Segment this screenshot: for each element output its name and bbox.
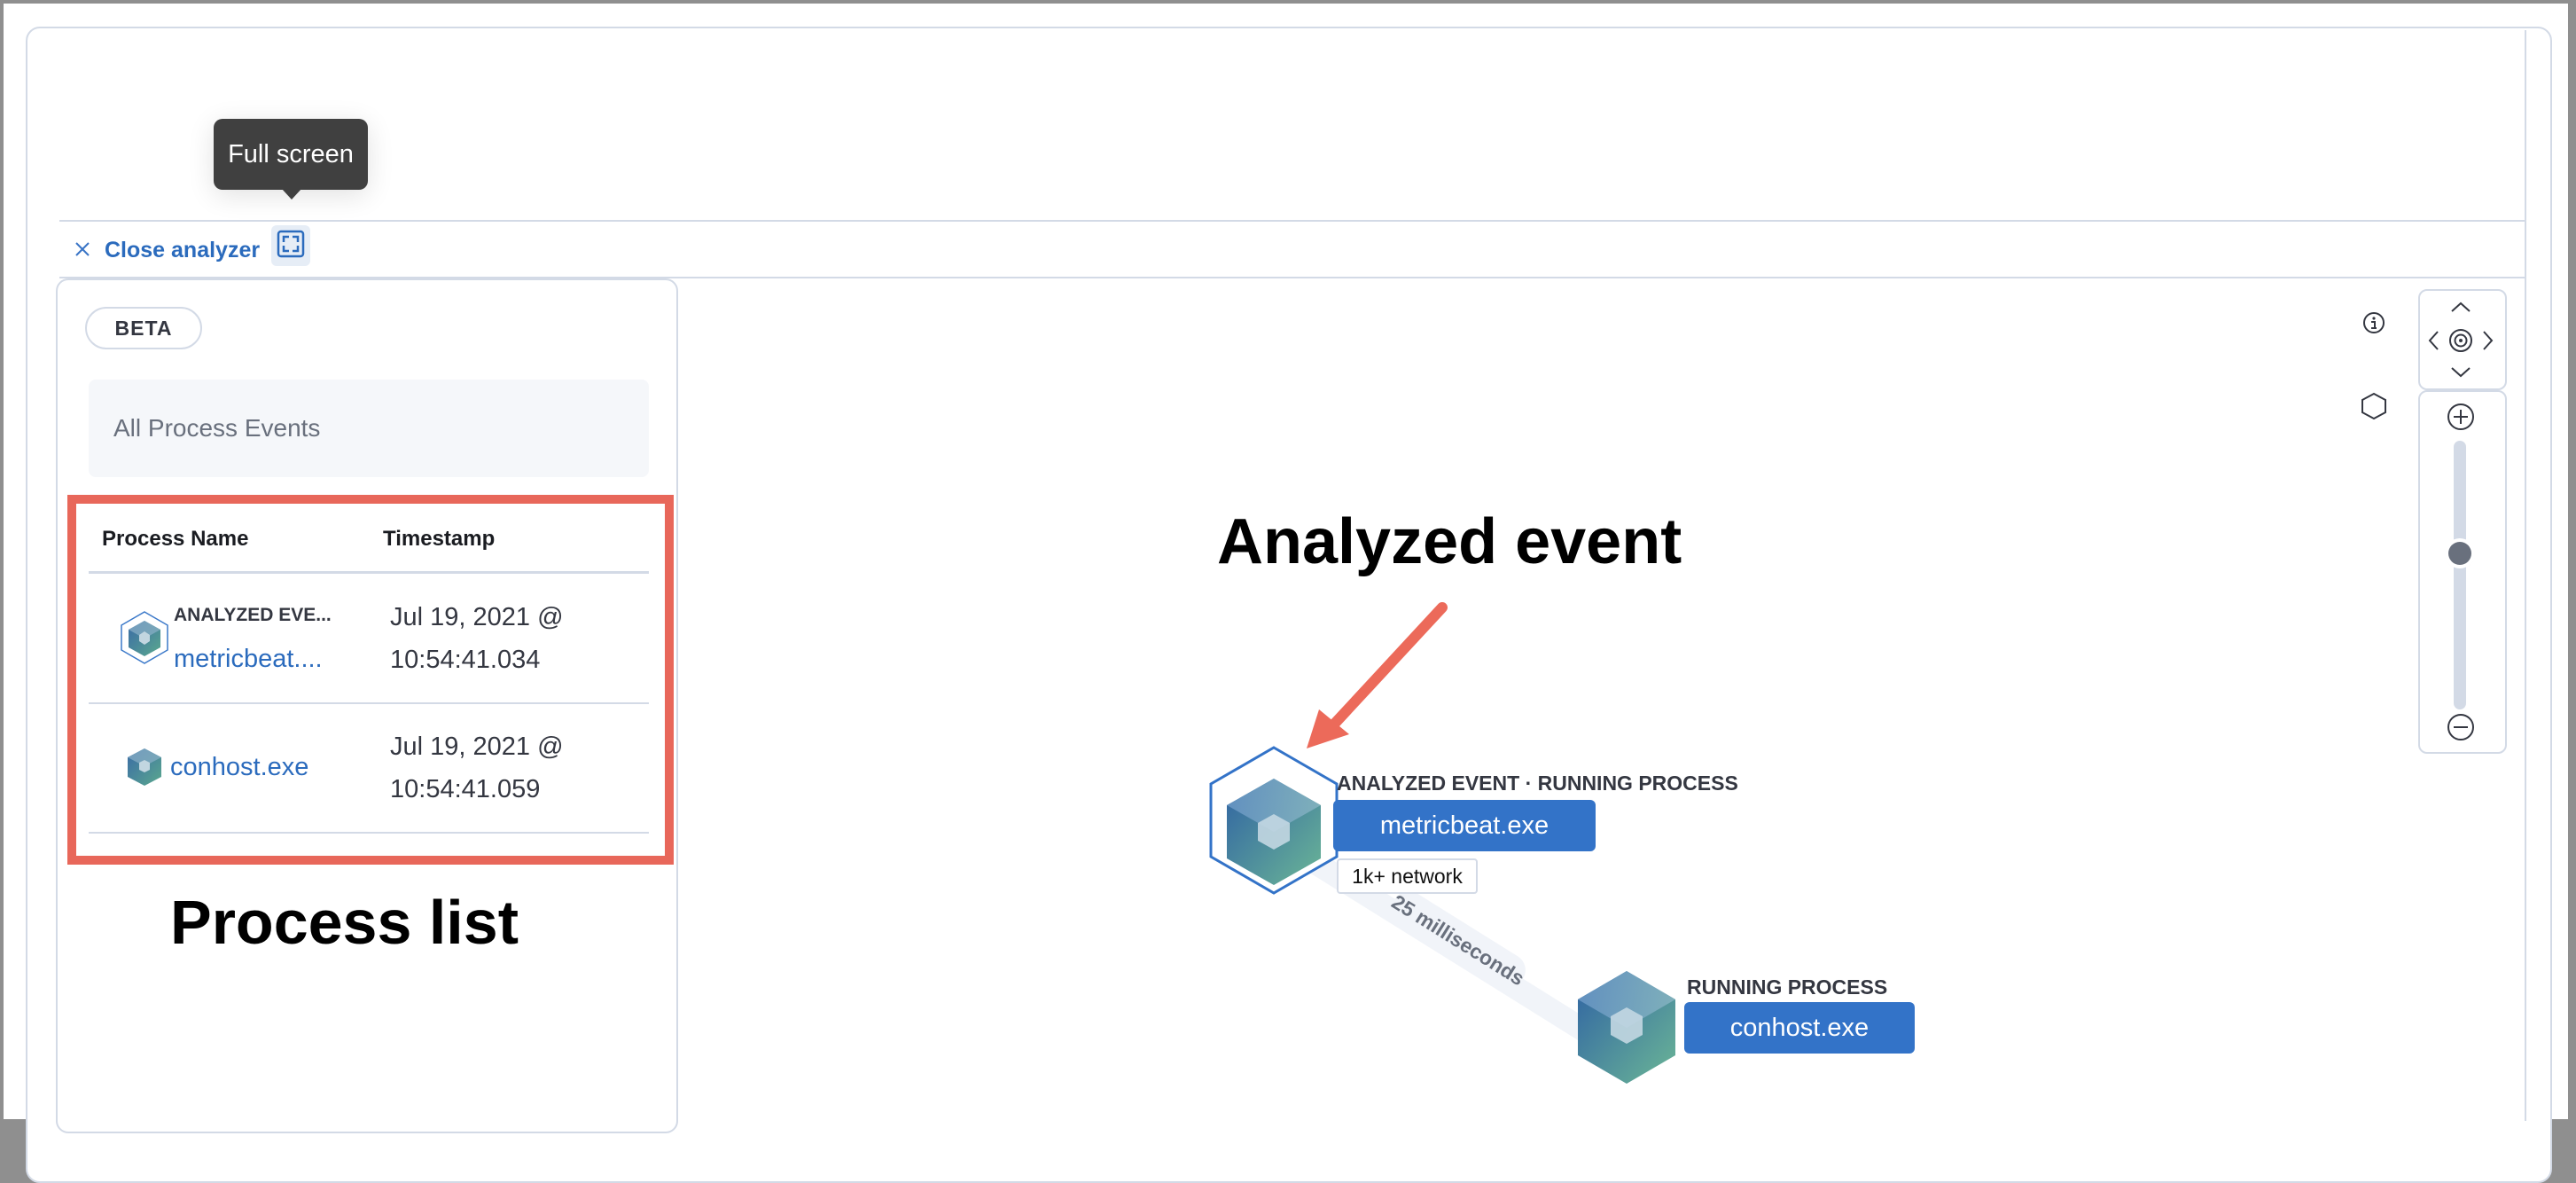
card-right-border — [2525, 30, 2526, 1121]
analyzed-node-label: ANALYZED EVENT · RUNNING PROCESS — [1337, 772, 1738, 795]
info-button[interactable] — [2358, 309, 2390, 341]
edge-label: 25 milliseconds — [1387, 890, 1528, 991]
pan-right-icon — [2483, 331, 2494, 350]
pan-right-button[interactable] — [2478, 326, 2498, 355]
center-button[interactable] — [2447, 326, 2475, 355]
running-process-node[interactable] — [1578, 971, 1675, 1084]
pan-up-button[interactable] — [2447, 296, 2475, 317]
analyzed-node-name-button[interactable]: metricbeat.exe — [1333, 800, 1596, 851]
network-events-badge[interactable]: 1k+ network — [1337, 858, 1478, 894]
hexagon-icon — [2360, 391, 2388, 426]
zoom-in-icon — [2447, 403, 2474, 430]
center-icon — [2449, 329, 2472, 352]
zoom-slider-track[interactable] — [2454, 441, 2466, 709]
pan-up-icon — [2451, 302, 2471, 312]
analyzed-event-annotation: Analyzed event — [1217, 506, 1682, 577]
annotation-arrow — [1307, 602, 1448, 748]
pan-down-button[interactable] — [2447, 362, 2475, 383]
pan-left-icon — [2428, 331, 2439, 350]
zoom-in-button[interactable] — [2445, 401, 2477, 433]
zoom-out-icon — [2447, 714, 2474, 740]
info-icon — [2361, 310, 2386, 340]
pan-left-button[interactable] — [2424, 326, 2443, 355]
schema-button[interactable] — [2358, 392, 2390, 424]
zoom-out-button[interactable] — [2445, 711, 2477, 743]
pan-down-icon — [2451, 367, 2471, 378]
running-node-name-button[interactable]: conhost.exe — [1684, 1002, 1915, 1054]
running-node-label: RUNNING PROCESS — [1687, 975, 1888, 999]
